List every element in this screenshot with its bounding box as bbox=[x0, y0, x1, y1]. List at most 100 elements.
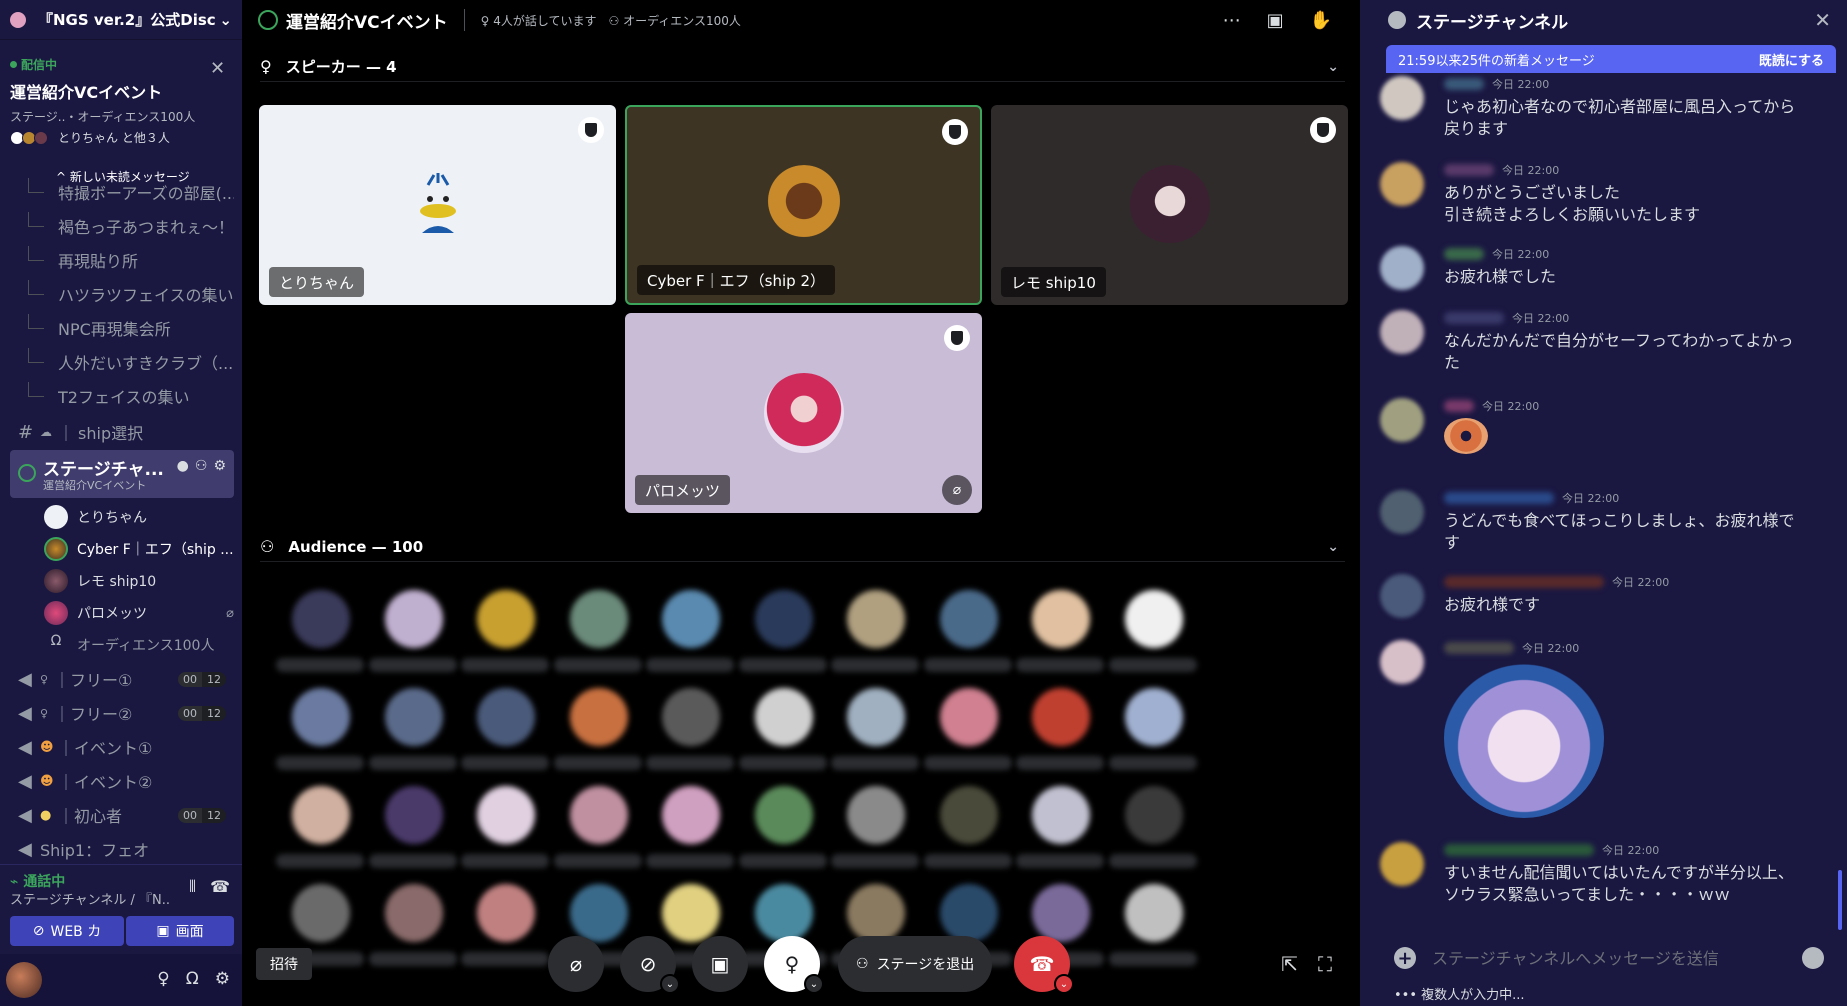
emoji-icon[interactable] bbox=[1802, 947, 1824, 969]
chat-bubble-icon[interactable]: ● bbox=[177, 458, 189, 474]
message-input[interactable] bbox=[1432, 943, 1772, 973]
live-stage-card[interactable]: 配信中 運営紹介VCイベント ステージ..・オーディエンス100人 とりちゃん … bbox=[10, 56, 232, 152]
blurred-username[interactable] bbox=[1444, 576, 1604, 588]
thread-item[interactable]: 褐色っ子あつまれぇ～！ bbox=[28, 211, 234, 241]
audience-member[interactable] bbox=[827, 688, 919, 778]
thread-item[interactable]: NPC再現集会所 bbox=[28, 313, 234, 343]
mic-icon[interactable]: ♀ bbox=[157, 969, 169, 989]
blurred-username[interactable] bbox=[1444, 844, 1594, 856]
blurred-username[interactable] bbox=[1444, 492, 1554, 504]
channel-ship-select[interactable]: # ☁ ｜ ship選択 bbox=[10, 416, 232, 448]
voice-channel-path[interactable]: ステージチャンネル / 『N... bbox=[10, 889, 170, 908]
camera-button[interactable]: ⊘ WEB カ bbox=[10, 916, 124, 946]
close-icon[interactable]: ✕ bbox=[210, 58, 225, 79]
audience-member[interactable] bbox=[1105, 590, 1197, 680]
thread-item[interactable]: 人外だいすきクラブ（... bbox=[28, 347, 234, 377]
gear-icon[interactable]: ⚙ bbox=[213, 458, 226, 474]
audience-member[interactable] bbox=[827, 786, 919, 876]
speaker-tile[interactable]: Cyber F｜エフ（ship 2） bbox=[625, 105, 982, 305]
audience-member[interactable] bbox=[272, 688, 364, 778]
avatar[interactable] bbox=[1380, 490, 1424, 534]
audience-member[interactable] bbox=[550, 688, 642, 778]
disconnect-button[interactable]: ☎ ⌄ bbox=[1014, 936, 1074, 994]
audience-member[interactable] bbox=[920, 786, 1012, 876]
thread-item[interactable]: ハツラツフェイスの集い bbox=[28, 279, 234, 309]
audience-member[interactable] bbox=[457, 786, 549, 876]
add-attachment-icon[interactable]: + bbox=[1394, 947, 1416, 969]
audience-member[interactable] bbox=[1105, 688, 1197, 778]
noise-suppression-icon[interactable]: ⦀ bbox=[189, 877, 196, 897]
thread-item[interactable]: 特撮ボーアーズの部屋(... bbox=[28, 177, 234, 207]
gear-icon[interactable]: ⚙ bbox=[215, 969, 230, 989]
audience-member[interactable] bbox=[457, 688, 549, 778]
voice-channel-free1[interactable]: ◀ ♀ ｜フリー① 00 12 bbox=[10, 663, 232, 695]
audience-member[interactable] bbox=[735, 590, 827, 680]
audience-member[interactable] bbox=[272, 786, 364, 876]
voice-channel-event1[interactable]: ◀ ☻ ｜イベント① bbox=[10, 731, 232, 763]
voice-channel-free2[interactable]: ◀ ♀ ｜フリー② 00 12 bbox=[10, 697, 232, 729]
avatar[interactable] bbox=[1380, 246, 1424, 290]
avatar[interactable] bbox=[1380, 398, 1424, 442]
server-header[interactable]: 『NGS ver.2』公式Disc ⌄ bbox=[0, 0, 242, 40]
more-icon[interactable]: ⋯ bbox=[1223, 10, 1241, 31]
audience-member[interactable] bbox=[1012, 688, 1104, 778]
audience-member[interactable] bbox=[365, 786, 457, 876]
invite-button[interactable]: 招待 bbox=[256, 948, 312, 980]
add-member-icon[interactable]: ⚇ bbox=[195, 458, 208, 474]
audience-member[interactable] bbox=[1105, 786, 1197, 876]
thread-item[interactable]: T2フェイスの集い bbox=[28, 381, 234, 411]
speaker-tile[interactable]: とりちゃん bbox=[259, 105, 616, 305]
speaker-tile[interactable]: パロメッツ ⌀ bbox=[625, 313, 982, 513]
audience-member[interactable] bbox=[642, 786, 734, 876]
voice-user[interactable]: パロメッツ ⌀ bbox=[44, 598, 234, 628]
voice-channel-ship1[interactable]: ◀ Ship1：フェオ bbox=[10, 833, 232, 865]
voice-user[interactable]: とりちゃん bbox=[44, 502, 234, 532]
blurred-username[interactable] bbox=[1444, 642, 1514, 654]
blurred-username[interactable] bbox=[1444, 248, 1484, 260]
audience-member[interactable] bbox=[827, 590, 919, 680]
audience-member[interactable] bbox=[642, 590, 734, 680]
avatar[interactable] bbox=[1380, 310, 1424, 354]
audience-member[interactable] bbox=[1012, 786, 1104, 876]
audience-member[interactable] bbox=[272, 590, 364, 680]
chevron-down-icon[interactable]: ⌄ bbox=[660, 974, 680, 994]
avatar[interactable] bbox=[1380, 640, 1424, 684]
mark-read-button[interactable]: 既読にする bbox=[1759, 50, 1824, 69]
avatar[interactable] bbox=[1380, 162, 1424, 206]
disconnect-icon[interactable]: ☎ bbox=[210, 877, 230, 897]
fullscreen-icon[interactable]: ⛶ bbox=[1318, 952, 1332, 976]
camera-toggle-button[interactable]: ⊘ ⌄ bbox=[620, 936, 680, 994]
screen-share-button[interactable]: ▣ bbox=[692, 936, 748, 992]
avatar[interactable] bbox=[1380, 76, 1424, 120]
audience-member[interactable] bbox=[920, 590, 1012, 680]
mute-toggle-button[interactable]: ⌀ bbox=[548, 936, 604, 992]
audience-member[interactable] bbox=[365, 688, 457, 778]
blurred-username[interactable] bbox=[1444, 400, 1474, 412]
thread-item[interactable]: 再現貼り所 bbox=[28, 245, 234, 275]
scrollbar[interactable] bbox=[1838, 870, 1842, 930]
stage-channel-item[interactable]: ステージチャ... 運営紹介VCイベント ● ⚇ ⚙ bbox=[10, 450, 234, 498]
voice-user[interactable]: Cyber F｜エフ（ship ... bbox=[44, 534, 234, 564]
chevron-down-icon[interactable]: ⌄ bbox=[804, 974, 824, 994]
avatar[interactable] bbox=[6, 962, 42, 998]
voice-channel-beginner[interactable]: ◀ ● ｜初心者 00 12 bbox=[10, 799, 232, 831]
screen-share-button[interactable]: ▣ 画面 bbox=[126, 916, 234, 946]
audience-member[interactable] bbox=[550, 786, 642, 876]
chevron-down-icon[interactable]: ⌄ bbox=[1054, 974, 1074, 994]
audience-member[interactable] bbox=[920, 688, 1012, 778]
headphones-icon[interactable]: Ω bbox=[186, 969, 199, 989]
close-icon[interactable]: ✕ bbox=[1814, 8, 1831, 32]
voice-channel-event2[interactable]: ◀ ☻ ｜イベント② bbox=[10, 765, 232, 797]
audience-member[interactable] bbox=[457, 590, 549, 680]
popout-icon[interactable]: ⇱ bbox=[1281, 952, 1298, 976]
audience-section-header[interactable]: ⚇ Audience — 100 ⌄ bbox=[260, 532, 1345, 562]
blurred-username[interactable] bbox=[1444, 164, 1494, 176]
voice-user[interactable]: レモ ship10 bbox=[44, 566, 234, 596]
audience-count-item[interactable]: Ω オーディエンス100人 bbox=[44, 630, 234, 660]
avatar[interactable] bbox=[1380, 574, 1424, 618]
raise-hand-icon[interactable]: ✋ bbox=[1310, 10, 1332, 31]
audience-member[interactable] bbox=[365, 590, 457, 680]
leave-stage-button[interactable]: ⚇ ステージを退出 bbox=[838, 936, 993, 992]
avatar[interactable] bbox=[1380, 842, 1424, 886]
audience-member[interactable] bbox=[550, 590, 642, 680]
